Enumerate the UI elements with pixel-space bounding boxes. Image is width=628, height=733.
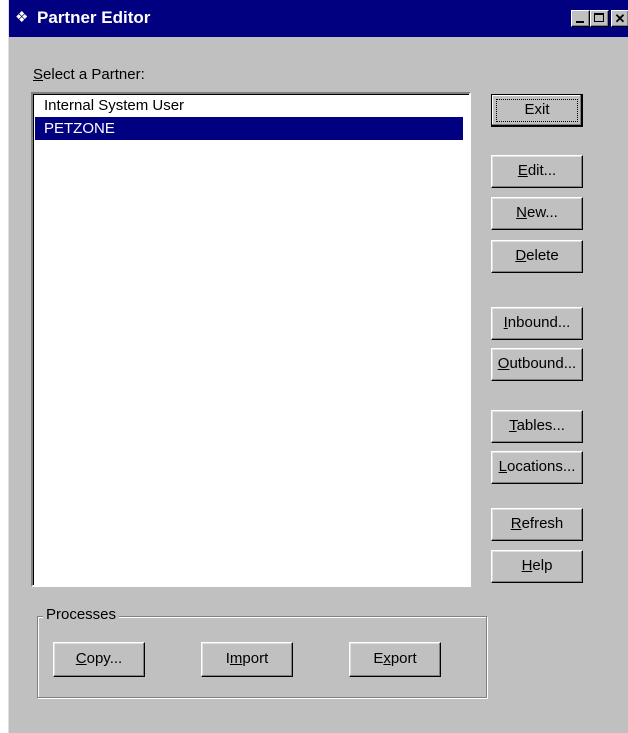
inbound-button[interactable]: Inbound... (491, 307, 583, 340)
select-partner-label: Select a Partner: (33, 66, 145, 83)
maximize-icon (594, 13, 604, 22)
list-item-selected[interactable]: PETZONE (35, 117, 463, 140)
processes-group-label: Processes (43, 606, 120, 623)
edit-button[interactable]: Edit... (491, 155, 583, 188)
partner-listbox[interactable]: Internal System User PETZONE (31, 92, 471, 587)
close-icon: ✕ (614, 11, 626, 26)
locations-button[interactable]: Locations... (491, 451, 583, 484)
window-title: Partner Editor (37, 8, 151, 27)
import-button[interactable]: Import (201, 642, 293, 677)
delete-button[interactable]: Delete (491, 240, 583, 273)
copy-button[interactable]: Copy... (53, 642, 145, 677)
minimize-button[interactable] (571, 10, 590, 27)
list-item[interactable]: Internal System User (35, 94, 463, 117)
app-icon[interactable]: ❖ (15, 10, 33, 26)
tables-button[interactable]: Tables... (491, 410, 583, 443)
title-bar[interactable]: ❖ Partner Editor ✕ (9, 0, 628, 37)
maximize-button[interactable] (590, 10, 609, 27)
help-button[interactable]: Help (491, 550, 583, 583)
minimize-icon (576, 21, 584, 23)
new-button[interactable]: New... (491, 197, 583, 230)
exit-button[interactable]: Exit (491, 94, 583, 127)
export-button[interactable]: Export (349, 642, 441, 677)
refresh-button[interactable]: Refresh (491, 508, 583, 541)
close-button[interactable]: ✕ (611, 10, 628, 27)
partner-editor-window: ❖ Partner Editor ✕ Select a Partner: Int… (8, 0, 628, 733)
outbound-button[interactable]: Outbound... (491, 348, 583, 381)
